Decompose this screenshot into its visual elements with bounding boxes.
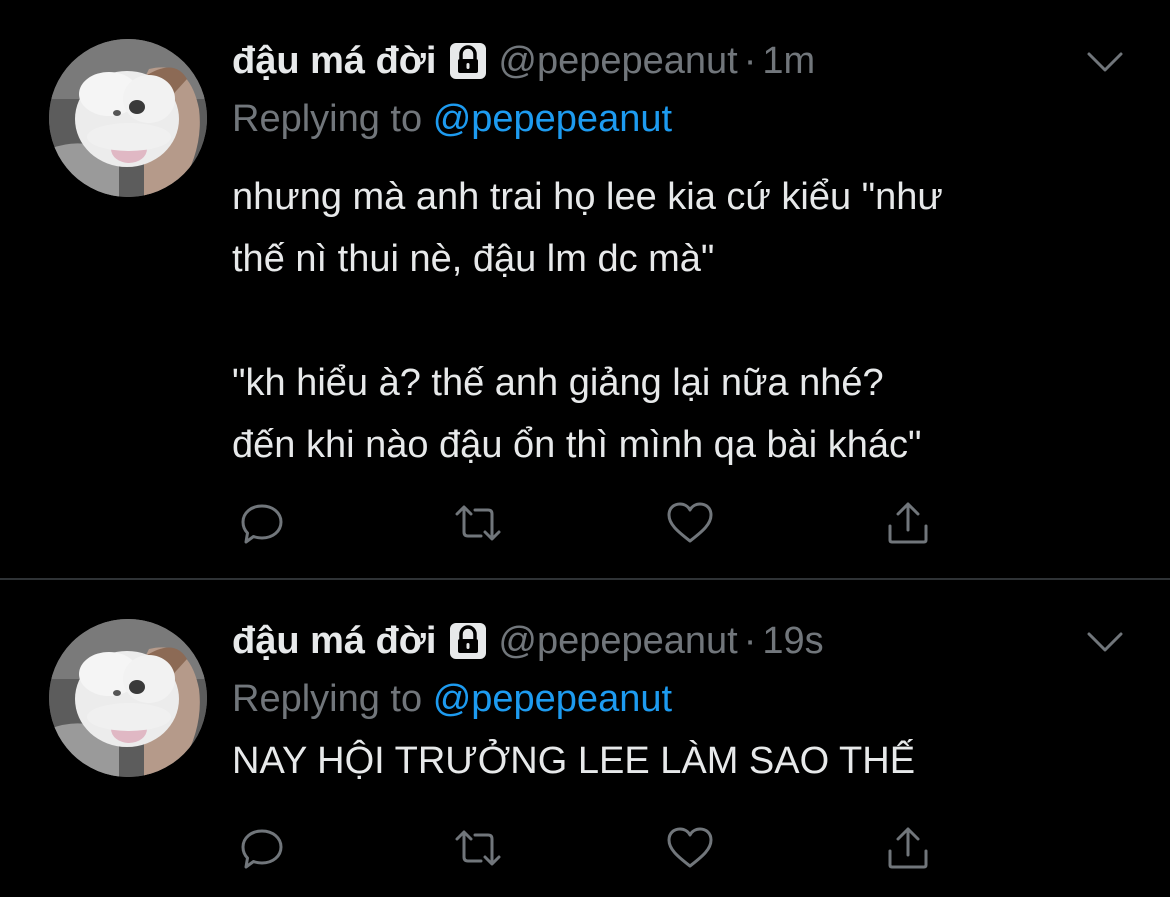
retweet-icon bbox=[455, 830, 501, 866]
retweet-button[interactable] bbox=[450, 495, 506, 551]
separator: · bbox=[743, 39, 757, 82]
share-button[interactable] bbox=[880, 495, 936, 551]
replying-mention-link[interactable]: @pepepeanut bbox=[433, 678, 672, 720]
reply-button[interactable] bbox=[234, 820, 290, 876]
tweet-text: nhưng mà anh trai họ lee kia cứ kiểu "nh… bbox=[232, 176, 943, 466]
replying-prefix: Replying to bbox=[232, 678, 423, 720]
display-name[interactable]: đậu má đời bbox=[232, 620, 436, 663]
lock-icon bbox=[448, 621, 488, 661]
replying-to: Replying to @pepepeanut bbox=[232, 678, 672, 721]
replying-mention-link[interactable]: @pepepeanut bbox=[433, 98, 672, 140]
timestamp[interactable]: 1m bbox=[762, 40, 815, 83]
like-button[interactable] bbox=[662, 495, 718, 551]
tweet-text: NAY HỘI TRƯỞNG LEE LÀM SAO THẾ bbox=[232, 740, 916, 782]
like-button[interactable] bbox=[662, 820, 718, 876]
tweet-actions bbox=[0, 495, 1170, 555]
replying-prefix: Replying to bbox=[232, 98, 423, 140]
avatar-image bbox=[49, 619, 207, 777]
avatar[interactable] bbox=[49, 39, 207, 197]
chevron-down-icon[interactable] bbox=[1083, 40, 1127, 84]
avatar-image bbox=[49, 39, 207, 197]
tweet-header: đậu má đời @pepepeanut · 1m bbox=[232, 36, 815, 86]
tweet-actions bbox=[0, 820, 1170, 880]
avatar[interactable] bbox=[49, 619, 207, 777]
share-icon bbox=[888, 827, 928, 869]
handle[interactable]: @pepepeanut bbox=[498, 40, 737, 83]
separator: · bbox=[743, 619, 757, 662]
tweet[interactable]: đậu má đời @pepepeanut · 1m Replying to … bbox=[0, 0, 1170, 578]
handle[interactable]: @pepepeanut bbox=[498, 620, 737, 663]
timeline: đậu má đời @pepepeanut · 1m Replying to … bbox=[0, 0, 1170, 897]
reply-icon bbox=[241, 829, 283, 869]
reply-button[interactable] bbox=[234, 495, 290, 551]
chevron-down-icon[interactable] bbox=[1083, 620, 1127, 664]
retweet-button[interactable] bbox=[450, 820, 506, 876]
timestamp[interactable]: 19s bbox=[762, 620, 823, 663]
retweet-icon bbox=[455, 505, 501, 541]
like-icon bbox=[667, 827, 713, 868]
tweet[interactable]: đậu má đời @pepepeanut · 19s Replying to… bbox=[0, 580, 1170, 897]
replying-to: Replying to @pepepeanut bbox=[232, 98, 672, 141]
tweet-header: đậu má đời @pepepeanut · 19s bbox=[232, 616, 824, 666]
share-icon bbox=[888, 502, 928, 544]
display-name[interactable]: đậu má đời bbox=[232, 40, 436, 83]
lock-icon bbox=[448, 41, 488, 81]
reply-icon bbox=[241, 504, 283, 544]
share-button[interactable] bbox=[880, 820, 936, 876]
like-icon bbox=[667, 502, 713, 543]
